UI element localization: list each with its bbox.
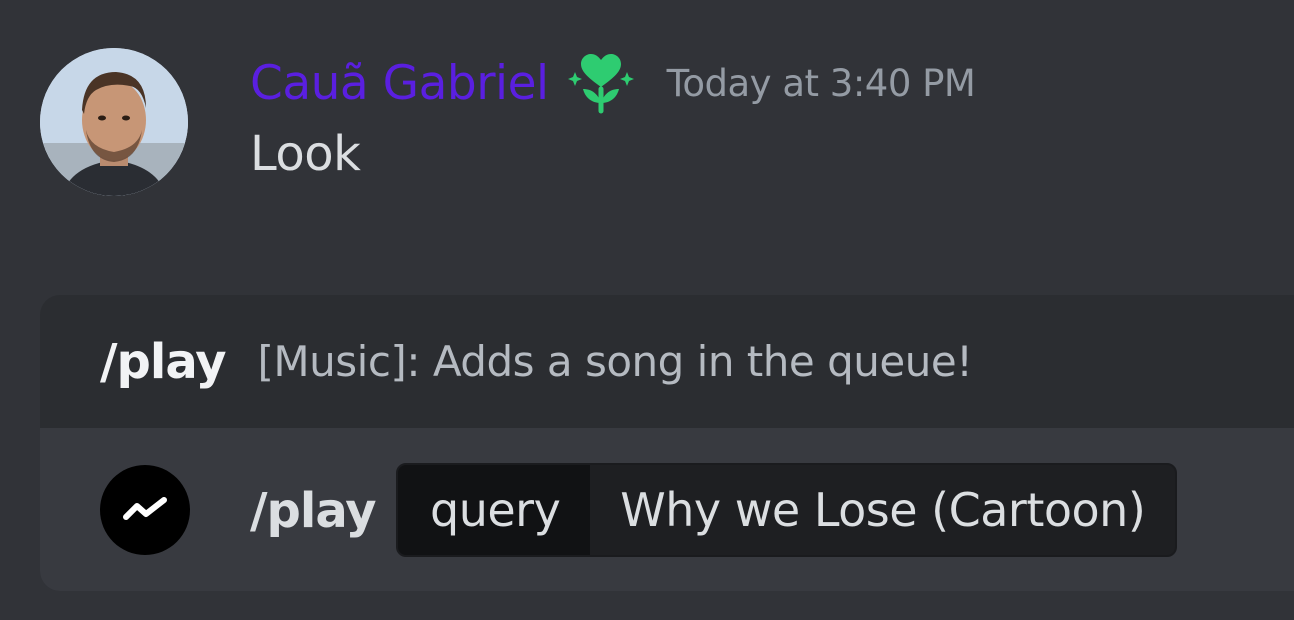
chat-message: Cauã Gabriel Today at 3:40 PM Look [0, 0, 1294, 260]
autocomplete-header: /play [Music]: Adds a song in the queue! [40, 295, 1294, 428]
command-parameter[interactable]: query Why we Lose (Cartoon) [396, 463, 1178, 557]
header-description: [Music]: Adds a song in the queue! [257, 337, 973, 386]
username[interactable]: Cauã Gabriel [250, 56, 549, 111]
parameter-name: query [398, 465, 591, 555]
header-command: /play [100, 333, 227, 390]
message-content: Look [250, 126, 361, 182]
slash-command-autocomplete: /play [Music]: Adds a song in the queue!… [40, 295, 1294, 591]
message-header: Cauã Gabriel Today at 3:40 PM [250, 47, 976, 119]
wave-icon [100, 465, 190, 555]
parameter-value: Why we Lose (Cartoon) [620, 483, 1146, 537]
message-timestamp[interactable]: Today at 3:40 PM [667, 62, 976, 105]
avatar-photo-icon [40, 48, 188, 196]
heart-plant-icon[interactable] [565, 47, 637, 119]
user-avatar[interactable] [40, 48, 188, 196]
command-option[interactable]: /play query Why we Lose (Cartoon) [40, 428, 1294, 591]
option-command: /play [250, 483, 377, 539]
